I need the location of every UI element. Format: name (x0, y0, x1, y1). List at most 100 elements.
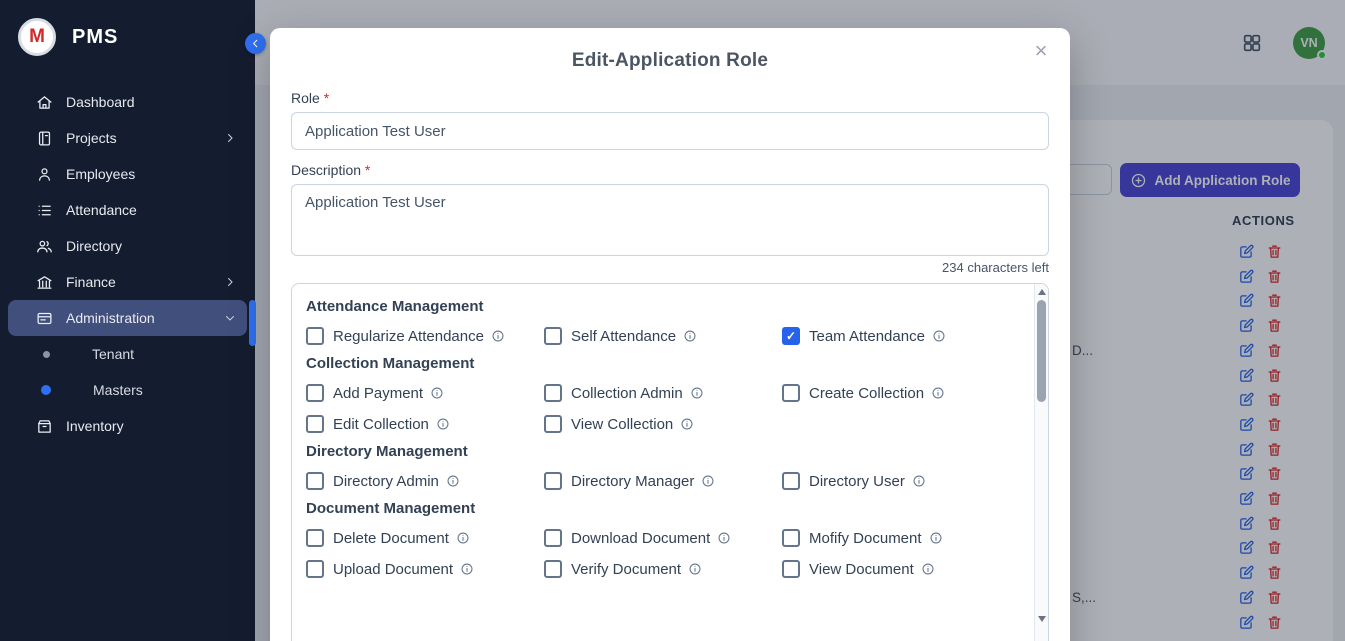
info-icon[interactable] (717, 531, 731, 545)
scroll-up-arrow-icon[interactable] (1038, 289, 1046, 295)
logo-icon: M (18, 18, 56, 56)
info-icon[interactable] (688, 562, 702, 576)
sidebar-item-label: Attendance (66, 202, 137, 218)
description-textarea[interactable]: Application Test User (291, 184, 1049, 256)
checkbox[interactable] (306, 415, 324, 433)
permission-label: Verify Document (571, 561, 681, 578)
sidebar-item-inventory[interactable]: Inventory (8, 408, 247, 444)
permission-label: Create Collection (809, 385, 924, 402)
checkbox[interactable] (544, 560, 562, 578)
sidebar-item-label: Employees (66, 166, 135, 182)
checkbox[interactable] (306, 560, 324, 578)
required-asterisk: * (365, 162, 370, 178)
permission-item: Edit Collection (306, 415, 538, 433)
sidebar-item-dashboard[interactable]: Dashboard (8, 84, 247, 120)
checkbox[interactable] (782, 560, 800, 578)
checkbox[interactable] (544, 327, 562, 345)
info-icon[interactable] (491, 329, 505, 343)
info-icon[interactable] (446, 474, 460, 488)
permission-grid: Directory AdminDirectory ManagerDirector… (306, 472, 1014, 490)
checkbox[interactable] (544, 415, 562, 433)
permission-section-title: Collection Management (306, 355, 1014, 372)
logo-letter: M (29, 26, 45, 48)
checkbox-checked[interactable]: ✓ (782, 327, 800, 345)
checkbox[interactable] (544, 529, 562, 547)
sidebar-item-projects[interactable]: Projects (8, 120, 247, 156)
box-icon (36, 418, 53, 435)
bank-icon (36, 274, 53, 291)
permission-section-title: Directory Management (306, 443, 1014, 460)
info-icon[interactable] (456, 531, 470, 545)
chevron-down-icon (223, 311, 237, 325)
checkbox[interactable] (782, 529, 800, 547)
sidebar-item-administration[interactable]: Administration (8, 300, 247, 336)
sidebar-item-label: Inventory (66, 418, 124, 434)
role-label-text: Role (291, 90, 320, 106)
sidebar-item-tenant[interactable]: Tenant (8, 336, 247, 372)
checkbox[interactable] (306, 327, 324, 345)
scrollbar[interactable] (1034, 284, 1048, 641)
person-icon (36, 166, 53, 183)
checkbox[interactable] (306, 472, 324, 490)
permission-grid: Add PaymentCollection AdminCreate Collec… (306, 384, 1014, 433)
close-icon[interactable]: × (1026, 36, 1056, 66)
info-icon[interactable] (436, 417, 450, 431)
scroll-down-arrow-icon[interactable] (1038, 616, 1046, 622)
book-icon (36, 130, 53, 147)
info-icon[interactable] (912, 474, 926, 488)
permission-label: Mofify Document (809, 530, 922, 547)
info-icon[interactable] (680, 417, 694, 431)
info-icon[interactable] (701, 474, 715, 488)
checkbox[interactable] (306, 529, 324, 547)
permission-item: Verify Document (544, 560, 776, 578)
permission-item: Directory Manager (544, 472, 776, 490)
sidebar-item-label: Tenant (92, 346, 134, 362)
modal-header: Edit-Application Role × (270, 28, 1070, 82)
permissions-panel: Attendance ManagementRegularize Attendan… (291, 283, 1049, 641)
bullet-icon (41, 385, 51, 395)
scrollbar-thumb[interactable] (1037, 300, 1046, 402)
app-title: PMS (72, 26, 118, 49)
permission-item: Self Attendance (544, 327, 776, 345)
checkbox[interactable] (306, 384, 324, 402)
app-logo: M PMS (0, 0, 255, 70)
info-icon[interactable] (931, 386, 945, 400)
permission-item: Directory Admin (306, 472, 538, 490)
permission-item: View Collection (544, 415, 776, 433)
permission-item: Delete Document (306, 529, 538, 547)
permission-label: Edit Collection (333, 416, 429, 433)
sidebar-item-finance[interactable]: Finance (8, 264, 247, 300)
info-icon[interactable] (460, 562, 474, 576)
sidebar-item-label: Dashboard (66, 94, 135, 110)
card-icon (36, 310, 53, 327)
info-icon[interactable] (921, 562, 935, 576)
checkbox[interactable] (782, 472, 800, 490)
info-icon[interactable] (683, 329, 697, 343)
permission-label: Download Document (571, 530, 710, 547)
sidebar-collapse-button[interactable] (245, 33, 266, 54)
info-icon[interactable] (430, 386, 444, 400)
info-icon[interactable] (929, 531, 943, 545)
sidebar-item-label: Administration (66, 310, 155, 326)
checkbox[interactable] (782, 384, 800, 402)
chevron-right-icon (223, 131, 237, 145)
required-asterisk: * (324, 90, 329, 106)
sidebar-item-attendance[interactable]: Attendance (8, 192, 247, 228)
permission-label: Directory Admin (333, 473, 439, 490)
role-field-label: Role * (291, 90, 1049, 106)
checkbox[interactable] (544, 472, 562, 490)
permission-section-title: Document Management (306, 500, 1014, 517)
home-icon (36, 94, 53, 111)
sidebar-item-masters[interactable]: Masters (8, 372, 247, 408)
sidebar-item-employees[interactable]: Employees (8, 156, 247, 192)
permission-item: Collection Admin (544, 384, 776, 402)
modal-title: Edit-Application Role (270, 50, 1070, 72)
role-input[interactable] (291, 112, 1049, 150)
people-icon (36, 238, 53, 255)
sidebar-item-label: Projects (66, 130, 117, 146)
checkbox[interactable] (544, 384, 562, 402)
info-icon[interactable] (932, 329, 946, 343)
permission-grid: Delete Document Download Document Mofify D… (306, 529, 1014, 578)
info-icon[interactable] (690, 386, 704, 400)
sidebar-item-directory[interactable]: Directory (8, 228, 247, 264)
